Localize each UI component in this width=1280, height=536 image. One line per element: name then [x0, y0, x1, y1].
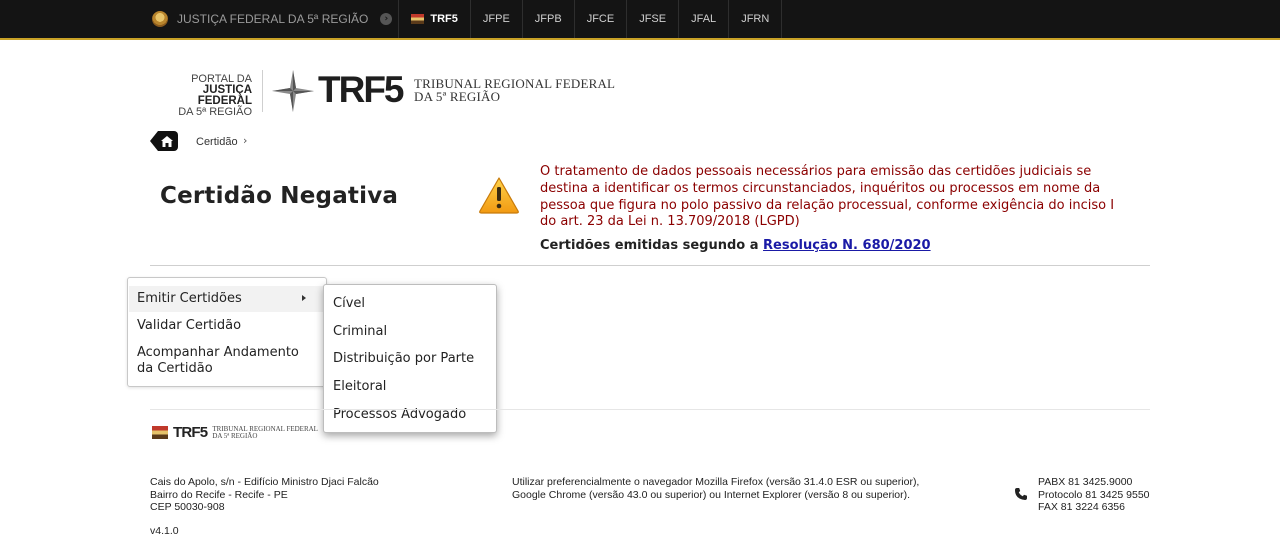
portal-link[interactable]: JUSTIÇA FEDERAL DA 5ª REGIÃO	[146, 0, 374, 38]
submenu-item-criminal[interactable]: Criminal	[333, 324, 387, 340]
trf5-flag-icon	[152, 426, 168, 439]
footer-browser-note: Utilizar preferencialmente o navegador M…	[512, 476, 920, 501]
topnav-item-jfal[interactable]: JFAL	[678, 0, 728, 38]
topnav-item-jfrn[interactable]: JFRN	[728, 0, 783, 38]
home-icon	[161, 135, 173, 147]
breadcrumb-certidao[interactable]: Certidão	[196, 136, 238, 148]
submenu-item-eleitoral[interactable]: Eleitoral	[333, 379, 386, 395]
top-navigation-bar: JUSTIÇA FEDERAL DA 5ª REGIÃO › TRF5 JFPE…	[0, 0, 1280, 40]
footer-phones: PABX 81 3425.9000 Protocolo 81 3425 9550…	[1038, 476, 1150, 514]
submenu-item-civel[interactable]: Cível	[333, 296, 365, 312]
breadcrumb-home-button[interactable]	[150, 131, 178, 151]
topnav-item-trf5[interactable]: TRF5	[398, 0, 470, 38]
submenu-arrow-icon	[302, 295, 306, 301]
phone-icon	[1014, 486, 1028, 505]
topnav-item-jfce[interactable]: JFCE	[573, 0, 627, 38]
tribunal-name: TRIBUNAL REGIONAL FEDERAL DA 5ª REGIÃO	[414, 76, 616, 104]
portal-logo-text[interactable]: PORTAL DA JUSTIÇA FEDERAL DA 5ª REGIÃO	[146, 74, 252, 118]
content-divider	[150, 265, 1150, 266]
menu-item-emitir-certidoes[interactable]: Emitir Certidões	[129, 286, 325, 312]
menu-item-acompanhar-andamento[interactable]: Acompanhar Andamento da Certidão	[137, 345, 299, 377]
arrow-icon: ›	[374, 0, 398, 38]
menu-item-validar-certidao[interactable]: Validar Certidão	[137, 318, 241, 334]
topnav-item-jfpe[interactable]: JFPE	[469, 0, 522, 38]
certidao-menu: Emitir Certidões Validar Certidão Acompa…	[127, 277, 327, 387]
trf5-logo-text[interactable]: TRF5	[318, 70, 404, 110]
trf5-star-logo-icon	[270, 68, 316, 118]
resolution-line: Certidões emitidas segundo a Resolução N…	[540, 238, 931, 253]
emitir-certidoes-submenu: Cível Criminal Distribuição por Parte El…	[323, 284, 497, 433]
page-title: Certidão Negativa	[160, 183, 399, 209]
footer-logo: TRF5 TRIBUNAL REGIONAL FEDERAL DA 5ª REG…	[152, 424, 318, 441]
footer-address: Cais do Apolo, s/n - Edifício Ministro D…	[150, 476, 379, 514]
footer-divider	[150, 409, 1150, 410]
lgpd-notice: O tratamento de dados pessoais necessári…	[540, 164, 1115, 230]
trf5-flag-icon	[411, 14, 425, 24]
resolution-link[interactable]: Resolução N. 680/2020	[763, 238, 931, 253]
topnav-item-jfpb[interactable]: JFPB	[521, 0, 574, 38]
warning-icon	[478, 176, 520, 218]
breadcrumb-chevron-icon: ›	[243, 134, 248, 147]
logo-divider	[262, 70, 263, 112]
submenu-item-distribuicao-por-parte[interactable]: Distribuição por Parte	[333, 351, 474, 367]
portal-label: JUSTIÇA FEDERAL DA 5ª REGIÃO	[177, 12, 369, 26]
topnav-item-jfse[interactable]: JFSE	[626, 0, 678, 38]
app-version: v4.1.0	[150, 525, 179, 536]
coat-of-arms-icon	[152, 11, 168, 27]
